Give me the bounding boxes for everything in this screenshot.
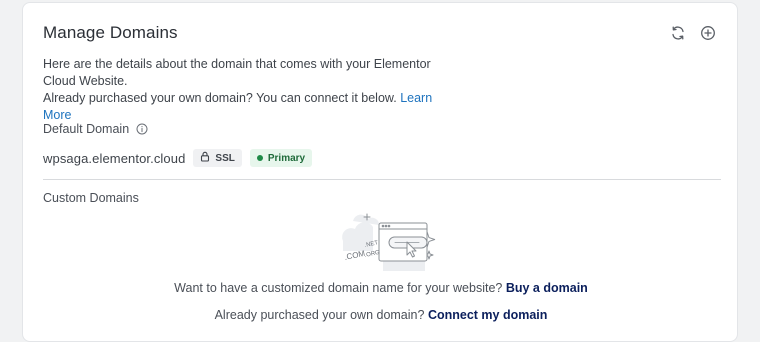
connect-domain-link[interactable]: Connect my domain xyxy=(428,308,547,322)
default-domain-label: Default Domain xyxy=(43,122,148,138)
refresh-icon[interactable] xyxy=(669,24,687,42)
buy-domain-prompt: Want to have a customized domain name fo… xyxy=(23,281,739,295)
domain-illustration: .NET .COM .ORG xyxy=(321,211,445,282)
description-line-1: Here are the details about the domain th… xyxy=(43,57,431,88)
plus-circle-icon[interactable] xyxy=(699,24,717,42)
primary-badge: Primary xyxy=(249,149,313,167)
default-domain-row: wpsaga.elementor.cloud SSL Primary xyxy=(43,149,313,167)
primary-label: Primary xyxy=(267,152,306,164)
lock-icon xyxy=(200,151,210,165)
description-line-2: Already purchased your own domain? You c… xyxy=(43,90,443,124)
info-icon[interactable] xyxy=(136,123,148,138)
connect-domain-prompt-text: Already purchased your own domain? xyxy=(214,308,425,322)
tld-org: .ORG xyxy=(364,250,381,259)
ssl-badge: SSL xyxy=(193,149,242,167)
ssl-label: SSL xyxy=(215,152,235,164)
card-title: Manage Domains xyxy=(43,23,178,42)
connect-domain-prompt: Already purchased your own domain? Conne… xyxy=(23,308,739,322)
default-domain-label-text: Default Domain xyxy=(43,122,130,136)
primary-dot xyxy=(256,155,263,161)
buy-domain-link[interactable]: Buy a domain xyxy=(506,281,588,295)
description-line-2-text: Already purchased your own domain? You c… xyxy=(43,91,397,105)
default-domain-name: wpsaga.elementor.cloud xyxy=(43,150,186,166)
buy-domain-prompt-text: Want to have a customized domain name fo… xyxy=(174,281,503,295)
manage-domains-card: Manage Domains Here are the details abou… xyxy=(22,2,738,342)
section-divider xyxy=(43,179,721,180)
description: Here are the details about the domain th… xyxy=(43,56,443,124)
custom-domains-label: Custom Domains xyxy=(43,191,139,205)
